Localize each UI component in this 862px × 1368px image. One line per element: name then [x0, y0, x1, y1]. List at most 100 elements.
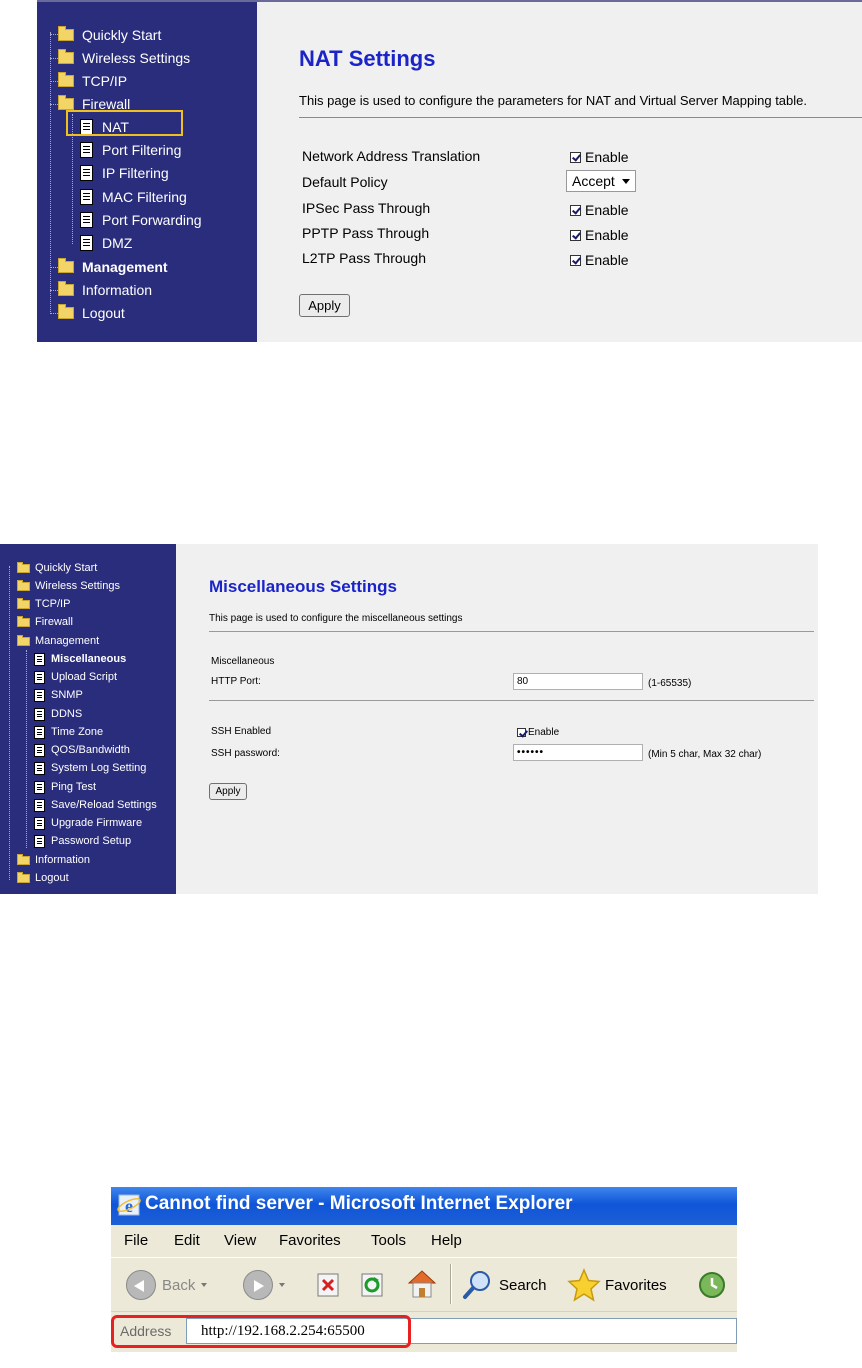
ssh-enable-checkbox[interactable]: Enable [517, 727, 559, 738]
menu-file[interactable]: File [124, 1232, 148, 1249]
nav-item-snmp[interactable]: SNMP [34, 686, 83, 704]
select-value: Accept [572, 173, 615, 189]
nav-item-time-zone[interactable]: Time Zone [34, 723, 103, 741]
nav-item-upload-script[interactable]: Upload Script [34, 668, 117, 686]
nav-item-mac-filtering[interactable]: MAC Filtering [80, 186, 187, 208]
page-icon [80, 212, 93, 228]
nav-item-upgrade-firmware[interactable]: Upgrade Firmware [34, 814, 142, 832]
folder-icon [17, 615, 30, 627]
nav-item-management[interactable]: Management [58, 256, 168, 278]
nav-item-label: Wireless Settings [82, 50, 191, 66]
folder-icon [58, 258, 74, 273]
checkbox-checked-icon[interactable] [570, 254, 581, 266]
nav-item-label: Logout [82, 305, 125, 321]
nav-item-ip-filtering[interactable]: IP Filtering [80, 162, 169, 184]
nav-item-system-log-setting[interactable]: System Log Setting [34, 759, 146, 777]
nav-item-label: IP Filtering [102, 165, 169, 181]
forward-button[interactable] [243, 1270, 285, 1300]
nav-item-logout[interactable]: Logout [17, 869, 69, 887]
nav-item-information[interactable]: Information [17, 851, 90, 869]
page-icon [34, 670, 45, 684]
folder-icon [58, 304, 74, 319]
home-icon [407, 1270, 437, 1298]
menu-edit[interactable]: Edit [174, 1232, 200, 1249]
nav-item-wireless-settings[interactable]: Wireless Settings [17, 577, 120, 595]
l2tp-enable-checkbox[interactable]: Enable [570, 252, 629, 268]
pptp-label: PPTP Pass Through [302, 225, 430, 241]
checkbox-checked-icon[interactable] [570, 151, 581, 163]
folder-icon [58, 49, 74, 64]
page-icon [34, 798, 45, 812]
nav-item-label: SNMP [51, 689, 83, 701]
stop-button[interactable] [316, 1272, 342, 1298]
menu-help[interactable]: Help [431, 1232, 462, 1249]
stop-icon [317, 1273, 339, 1297]
nav-item-information[interactable]: Information [58, 279, 152, 301]
nav-item-wireless-settings[interactable]: Wireless Settings [58, 47, 190, 69]
nav-item-ddns[interactable]: DDNS [34, 705, 82, 723]
default-policy-select[interactable]: Accept [566, 170, 636, 192]
menu-favorites[interactable]: Favorites [279, 1232, 341, 1249]
nav-item-logout[interactable]: Logout [58, 302, 125, 324]
page-icon [34, 652, 45, 666]
back-label: Back [162, 1276, 196, 1294]
nav-item-port-filtering[interactable]: Port Filtering [80, 139, 181, 161]
default-policy-label: Default Policy [302, 174, 388, 190]
ie-browser-window: e Cannot find server - Microsoft Interne… [111, 1187, 737, 1363]
history-button[interactable] [697, 1270, 727, 1300]
nav-item-tcp-ip[interactable]: TCP/IP [17, 595, 70, 613]
http-port-label: HTTP Port: [211, 676, 261, 687]
folder-icon [17, 853, 30, 865]
window-title: Cannot find server - Microsoft Internet … [145, 1193, 573, 1214]
nav-item-label: Wireless Settings [35, 580, 120, 592]
nat-enable-checkbox[interactable]: Enable [570, 149, 629, 165]
folder-open-icon [17, 634, 30, 646]
menu-tools[interactable]: Tools [371, 1232, 406, 1249]
forward-arrow-icon [243, 1270, 273, 1300]
nav-item-miscellaneous[interactable]: Miscellaneous [34, 650, 126, 668]
checkbox-checked-icon[interactable] [570, 229, 581, 241]
home-button[interactable] [405, 1268, 439, 1300]
nav-item-qos-bandwidth[interactable]: QOS/Bandwidth [34, 741, 130, 759]
menu-view[interactable]: View [224, 1232, 256, 1249]
favorites-label: Favorites [605, 1276, 667, 1294]
ssh-password-input[interactable]: •••••• [513, 744, 643, 761]
ipsec-label: IPSec Pass Through [302, 200, 431, 216]
nav-item-label: Password Setup [51, 835, 132, 847]
checkbox-checked-icon[interactable] [570, 204, 581, 216]
window-titlebar: e Cannot find server - Microsoft Interne… [111, 1187, 737, 1225]
nav-item-save-reload-settings[interactable]: Save/Reload Settings [34, 796, 157, 814]
nav-item-quickly-start[interactable]: Quickly Start [58, 24, 161, 46]
back-button[interactable]: Back [126, 1270, 208, 1300]
apply-button[interactable]: Apply [209, 783, 247, 800]
ipsec-enable-checkbox[interactable]: Enable [570, 202, 629, 218]
apply-button[interactable]: Apply [299, 294, 350, 317]
nav-item-label: Save/Reload Settings [51, 799, 157, 811]
http-port-input[interactable]: 80 [513, 673, 643, 690]
nav-item-management[interactable]: Management [17, 632, 99, 650]
page-icon [34, 725, 45, 739]
checkbox-label: Enable [585, 252, 629, 268]
page-icon [34, 834, 45, 848]
nav-item-firewall[interactable]: Firewall [17, 613, 73, 631]
history-icon [699, 1272, 725, 1298]
nav-item-port-forwarding[interactable]: Port Forwarding [80, 209, 202, 231]
folder-icon [17, 597, 30, 609]
refresh-button[interactable] [360, 1272, 386, 1298]
folder-icon [17, 871, 30, 883]
nav-item-label: Logout [35, 872, 69, 884]
menu-bar: File Edit View Favorites Tools Help [111, 1225, 737, 1257]
nav-item-password-setup[interactable]: Password Setup [34, 832, 131, 850]
search-button[interactable]: Search [461, 1269, 547, 1301]
page-icon [34, 761, 45, 775]
page-icon [34, 707, 45, 721]
nav-item-tcp-ip[interactable]: TCP/IP [58, 70, 127, 92]
pptp-enable-checkbox[interactable]: Enable [570, 227, 629, 243]
favorites-button[interactable]: Favorites [567, 1268, 667, 1302]
nav-item-ping-test[interactable]: Ping Test [34, 778, 96, 796]
nav-item-quickly-start[interactable]: Quickly Start [17, 559, 97, 577]
page-icon [80, 142, 93, 158]
ssh-password-label: SSH password: [211, 748, 280, 759]
nav-item-dmz[interactable]: DMZ [80, 232, 132, 254]
checkbox-checked-icon[interactable] [517, 728, 526, 737]
